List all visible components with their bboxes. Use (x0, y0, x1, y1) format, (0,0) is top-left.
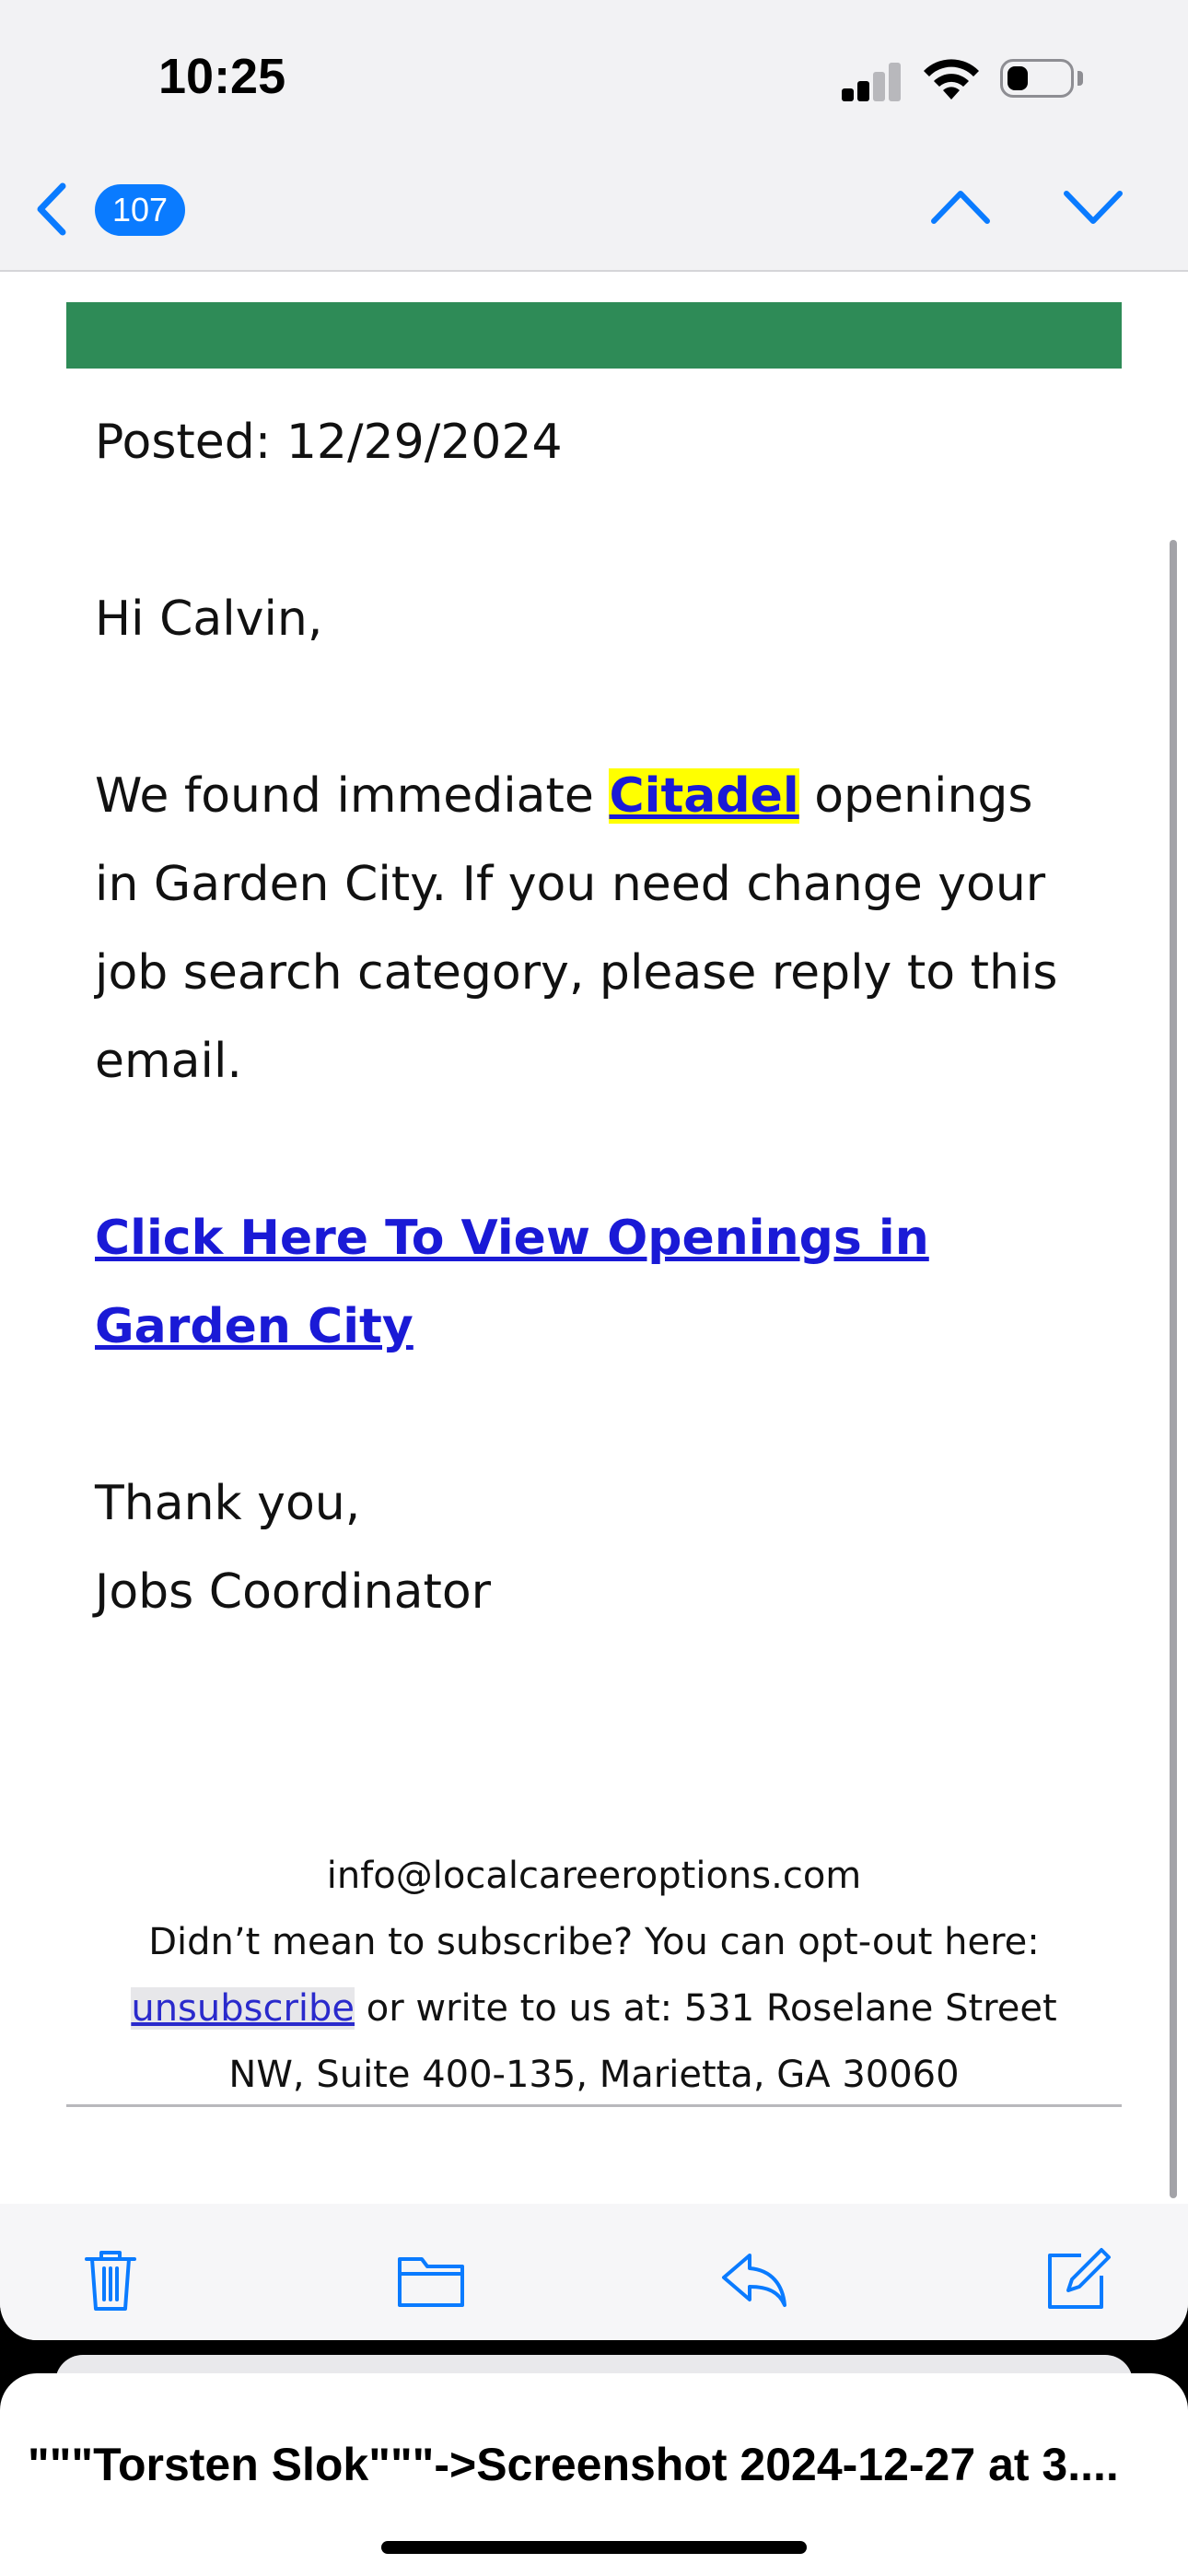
battery-cap (1077, 71, 1083, 86)
footer-divider (66, 2104, 1122, 2107)
trash-icon[interactable] (74, 2244, 147, 2314)
paragraph-prefix: We found immediate (95, 768, 610, 824)
footer-optout: Didn’t mean to subscribe? You can opt-ou… (92, 1909, 1096, 2108)
reply-icon[interactable] (716, 2244, 790, 2314)
optout-text: Didn’t mean to subscribe? You can opt-ou… (148, 1921, 1040, 1963)
mail-screen: 10:25 107 Posted: 12/29/2024 Hi Calvin, … (0, 0, 1188, 2340)
email-banner (66, 302, 1122, 369)
compose-icon[interactable] (1041, 2244, 1114, 2314)
scrollbar[interactable] (1170, 540, 1177, 2198)
unread-count-badge[interactable]: 107 (95, 184, 185, 236)
mail-toolbar (0, 2204, 1188, 2340)
thank-you: Thank you, (95, 1476, 361, 1531)
status-time: 10:25 (158, 49, 286, 104)
share-card[interactable]: """Torsten Slok"""->Screenshot 2024-12-2… (0, 2373, 1188, 2576)
chevron-left-icon[interactable] (33, 181, 70, 238)
signoff: Thank you, Jobs Coordinator (95, 1459, 1089, 1636)
footer-email: info@localcareeroptions.com (326, 1855, 862, 1897)
unsubscribe-link[interactable]: unsubscribe (131, 1987, 355, 2030)
company-link[interactable]: Citadel (609, 768, 799, 824)
header: 10:25 107 (0, 0, 1188, 272)
view-openings-link[interactable]: Click Here To View Openings in Garden Ci… (95, 1194, 1089, 1371)
folder-icon[interactable] (394, 2244, 468, 2314)
chevron-down-icon[interactable] (1061, 184, 1125, 230)
chevron-up-icon[interactable] (928, 184, 993, 230)
greeting: Hi Calvin, (95, 591, 323, 647)
posted-date: Posted: 12/29/2024 (95, 415, 563, 470)
battery-icon (1000, 59, 1074, 98)
cellular-signal-icon (842, 61, 903, 101)
email-paragraph: We found immediate Citadel openings in G… (95, 752, 1089, 1106)
home-indicator[interactable] (381, 2541, 807, 2554)
email-footer: info@localcareeroptions.com Didn’t mean … (92, 1843, 1096, 2108)
wifi-icon (924, 59, 979, 100)
share-card-title: """Torsten Slok"""->Screenshot 2024-12-2… (28, 2439, 1119, 2490)
signature: Jobs Coordinator (95, 1564, 492, 1620)
